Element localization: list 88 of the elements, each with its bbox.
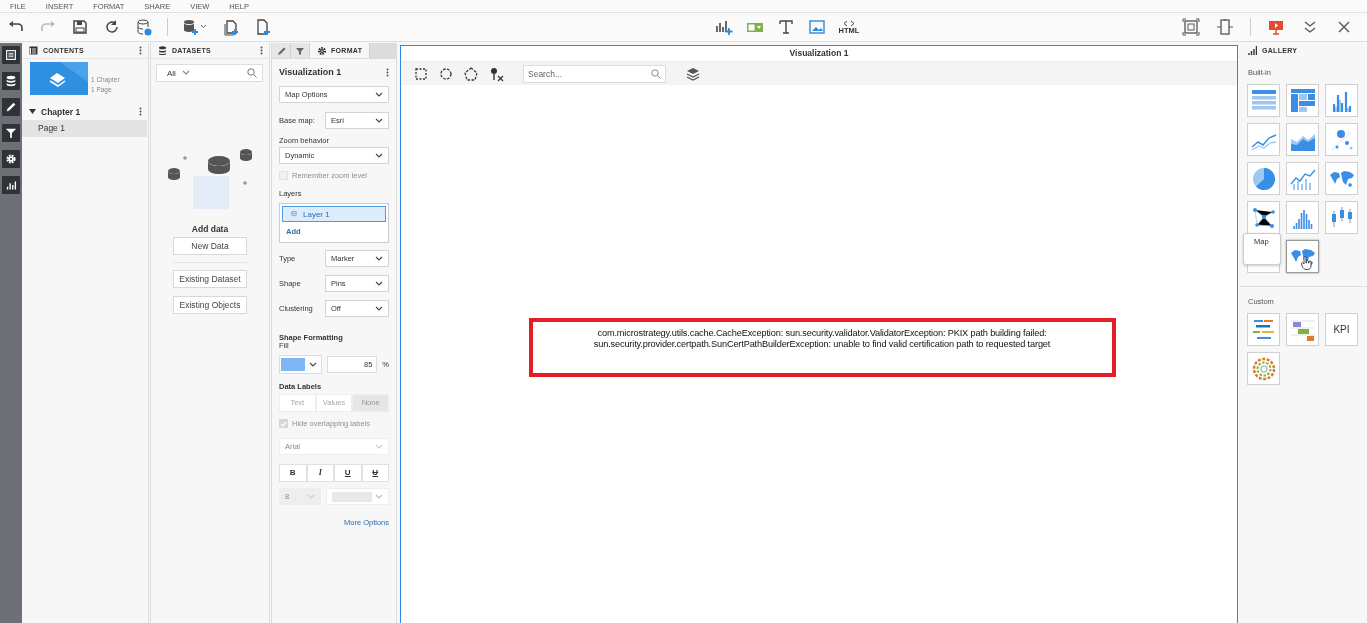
- visualization-title: Visualization 1: [279, 67, 342, 77]
- database-icon[interactable]: [2, 72, 20, 90]
- filter-icon: [295, 45, 305, 56]
- chapter-thumbnail-icon[interactable]: [30, 62, 88, 95]
- format-tab[interactable]: [272, 43, 291, 58]
- strikethrough-button[interactable]: U: [361, 464, 389, 482]
- layer-item[interactable]: Layer 1: [282, 206, 386, 222]
- filter-value: All: [167, 68, 176, 78]
- add-data-icon[interactable]: [182, 18, 208, 36]
- dataset-button[interactable]: Existing Dataset: [173, 270, 247, 288]
- chevron-down-icon: [375, 443, 383, 450]
- code-icon: [843, 19, 855, 27]
- database-icon: [158, 46, 167, 55]
- more-options-icon[interactable]: [386, 67, 389, 77]
- pencil-icon: [276, 45, 286, 56]
- chapter-row[interactable]: Chapter 1: [22, 103, 148, 120]
- settings-icon[interactable]: [2, 150, 20, 168]
- visualization-tile[interactable]: [1325, 123, 1358, 156]
- dataset-button[interactable]: New Data: [173, 237, 247, 255]
- text-icon[interactable]: [776, 18, 795, 36]
- visualization-tile[interactable]: [1247, 84, 1280, 117]
- more-options-icon[interactable]: [139, 46, 142, 55]
- error-text: com.microstrategy.utils.cache.CacheException: sun.security.validator.ValidatorException: PKIX path building failed:: [597, 327, 1047, 339]
- visualization-tile[interactable]: [1286, 123, 1319, 156]
- visualization-tile[interactable]: [1286, 201, 1319, 234]
- color-picker[interactable]: [279, 355, 322, 374]
- filter-field[interactable]: All: [156, 64, 263, 82]
- chevron-down-icon: [375, 493, 383, 500]
- visualization-tile[interactable]: [1286, 84, 1319, 117]
- search-field[interactable]: Search...: [523, 64, 666, 83]
- settings-icon: [317, 45, 327, 56]
- lasso-polygon-icon[interactable]: [463, 65, 479, 82]
- filter-icon[interactable]: [2, 124, 20, 142]
- chevron-down-icon: [375, 305, 383, 312]
- database-info-icon[interactable]: [135, 18, 153, 36]
- format-tab[interactable]: [291, 43, 310, 58]
- chevron-down-icon: [375, 91, 383, 98]
- image-icon[interactable]: [807, 18, 826, 36]
- visualization-tile[interactable]: [1325, 84, 1358, 117]
- expanded-caret-icon[interactable]: [29, 108, 36, 115]
- visualization-tile[interactable]: [1247, 162, 1280, 195]
- bold-button[interactable]: B: [279, 464, 307, 482]
- contents-icon: [29, 46, 38, 55]
- more-options-icon[interactable]: [260, 46, 263, 55]
- italic-button[interactable]: I: [306, 464, 334, 482]
- marquee-select-icon[interactable]: [413, 65, 429, 82]
- add-page-icon[interactable]: [254, 18, 272, 36]
- chevron-down-icon: [375, 255, 383, 262]
- more-options-icon[interactable]: [139, 107, 142, 116]
- visualization-tile[interactable]: [1247, 123, 1280, 156]
- chevron-down-icon: [307, 493, 315, 500]
- clear-pins-icon[interactable]: [488, 65, 504, 82]
- page-item[interactable]: Page 1: [22, 120, 147, 137]
- chevron-down-icon: [375, 152, 383, 159]
- empty-state-title: Add data: [191, 224, 229, 234]
- save-icon[interactable]: [71, 18, 89, 36]
- chevron-down-icon: [375, 117, 383, 124]
- error-text: sun.security.provider.certpath.SunCertPathBuilderException: unable to find valid certification path to requested target: [593, 338, 1051, 350]
- lasso-circle-icon[interactable]: [438, 65, 454, 82]
- visualization-tile[interactable]: KPI: [1325, 313, 1358, 346]
- layers-icon[interactable]: [685, 65, 701, 82]
- color-picker[interactable]: [326, 488, 389, 505]
- layers-icon: [290, 210, 298, 218]
- visualization-tile[interactable]: [1325, 201, 1358, 234]
- presentation-icon[interactable]: [1267, 18, 1285, 36]
- contents-icon[interactable]: [2, 46, 20, 64]
- add-chart-icon[interactable]: [714, 18, 733, 36]
- visualization-tile[interactable]: [1286, 162, 1319, 195]
- visualization-tile[interactable]: [1286, 313, 1319, 346]
- refresh-icon[interactable]: [103, 18, 121, 36]
- underline-button[interactable]: U: [334, 464, 362, 482]
- duplicate-page-icon[interactable]: [222, 18, 240, 36]
- device-resize-icon[interactable]: [1216, 18, 1234, 36]
- search-icon[interactable]: [247, 68, 257, 78]
- bar-chart-icon: [1248, 46, 1257, 55]
- chevron-down-icon: [309, 361, 317, 368]
- bar-chart-icon[interactable]: [2, 176, 20, 194]
- hand-cursor-icon: [1301, 256, 1312, 270]
- visualization-tile[interactable]: [1247, 352, 1280, 385]
- chevron-down-icon: [181, 70, 190, 76]
- dataset-button[interactable]: Existing Objects: [173, 296, 247, 314]
- pencil-icon[interactable]: [2, 98, 20, 116]
- search-icon: [651, 68, 661, 79]
- visualization-tile[interactable]: [1247, 313, 1280, 346]
- chevron-down-icon: [375, 280, 383, 287]
- visualization-tile[interactable]: [1247, 201, 1280, 234]
- visualization-tile[interactable]: [1325, 162, 1358, 195]
- fit-to-screen-icon[interactable]: [1182, 18, 1200, 36]
